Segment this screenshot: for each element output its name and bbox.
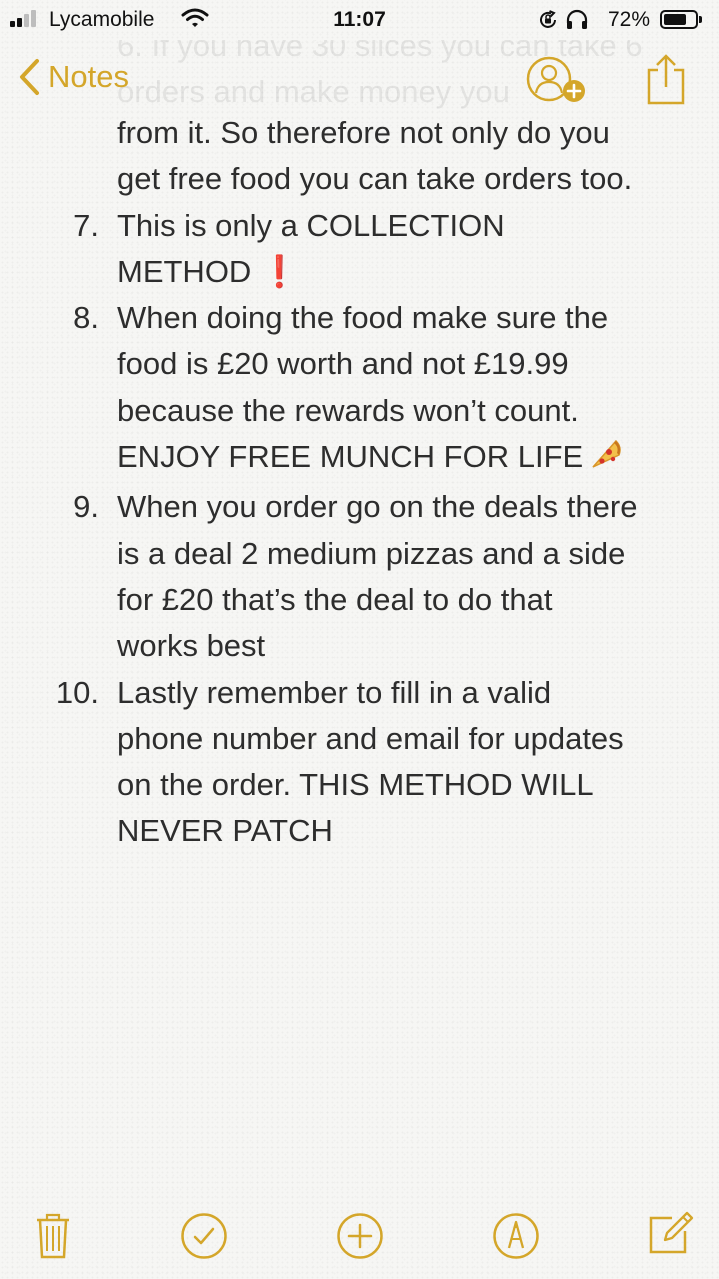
note-line: METHOD ❗ <box>117 249 687 295</box>
list-item: 8. When doing the food make sure the foo… <box>0 295 687 484</box>
rotation-lock-icon <box>537 9 559 37</box>
exclamation-emoji: ❗ <box>259 253 299 289</box>
list-number: 7. <box>73 207 99 243</box>
note-line: for £20 that’s the deal to do that <box>117 581 553 617</box>
note-line: is a deal 2 medium pizzas and a side <box>117 535 626 571</box>
list-item: 9. When you order go on the deals there … <box>0 484 687 669</box>
note-line: When doing the food make sure the <box>117 300 609 336</box>
markup-icon <box>493 1213 539 1259</box>
note-line: When you order go on the deals there <box>117 489 638 525</box>
headphones-icon <box>565 8 589 36</box>
note-line: Lastly remember to fill in a valid <box>117 674 552 710</box>
note-line: ENJOY FREE MUNCH FOR LIFE <box>117 434 687 484</box>
note-line: works best <box>117 628 266 664</box>
back-label: Notes <box>48 59 129 94</box>
continuation-text: from it. So therefore not only do you ge… <box>0 110 687 203</box>
note-line: on the order. THIS METHOD WILL <box>117 767 594 803</box>
add-people-button[interactable] <box>524 55 594 112</box>
battery-tip <box>699 16 702 23</box>
bottom-toolbar <box>0 1190 719 1279</box>
checklist-button[interactable] <box>180 1212 228 1265</box>
note-line: from it. So therefore not only do you <box>117 115 610 150</box>
pizza-icon <box>589 437 623 484</box>
note-body[interactable]: from it. So therefore not only do you ge… <box>0 110 719 855</box>
note-line-text: ENJOY FREE MUNCH FOR LIFE <box>117 439 584 475</box>
add-people-icon <box>526 56 585 102</box>
list-number: 10. <box>55 674 99 710</box>
back-button[interactable]: Notes <box>18 58 129 96</box>
compose-button[interactable] <box>648 1210 694 1261</box>
list-number: 8. <box>73 300 99 336</box>
chevron-left-icon <box>20 59 39 95</box>
trash-icon <box>37 1213 69 1259</box>
list-number: 9. <box>73 489 99 525</box>
battery-percent: 72% <box>608 8 651 31</box>
list-item: 10. Lastly remember to fill in a valid p… <box>0 670 687 855</box>
battery-icon <box>660 10 698 29</box>
ghost-line: orders and make money you <box>117 74 510 109</box>
note-line: because the rewards won’t count. <box>117 392 579 428</box>
note-line: food is £20 worth and not £19.99 <box>117 346 569 382</box>
note-line: This is only a COLLECTION <box>117 207 505 243</box>
add-attachment-button[interactable] <box>336 1212 384 1265</box>
checklist-icon <box>181 1213 227 1259</box>
note-line: NEVER PATCH <box>117 813 333 849</box>
note-line: get free food you can take orders too. <box>117 161 633 197</box>
markup-button[interactable] <box>492 1212 540 1265</box>
status-bar: Lycamobile 11:07 72% <box>0 0 719 40</box>
note-line: phone number and email for updates <box>117 720 624 756</box>
note-line-text: METHOD <box>117 253 252 289</box>
add-icon <box>337 1213 383 1259</box>
nav-bar: 6. If you have 30 slices you can take 6 … <box>0 40 719 120</box>
list-item: 7. This is only a COLLECTION METHOD ❗ <box>0 203 687 296</box>
delete-button[interactable] <box>35 1212 71 1265</box>
share-button[interactable] <box>645 53 687 112</box>
share-icon <box>647 54 685 105</box>
compose-icon <box>649 1211 694 1254</box>
